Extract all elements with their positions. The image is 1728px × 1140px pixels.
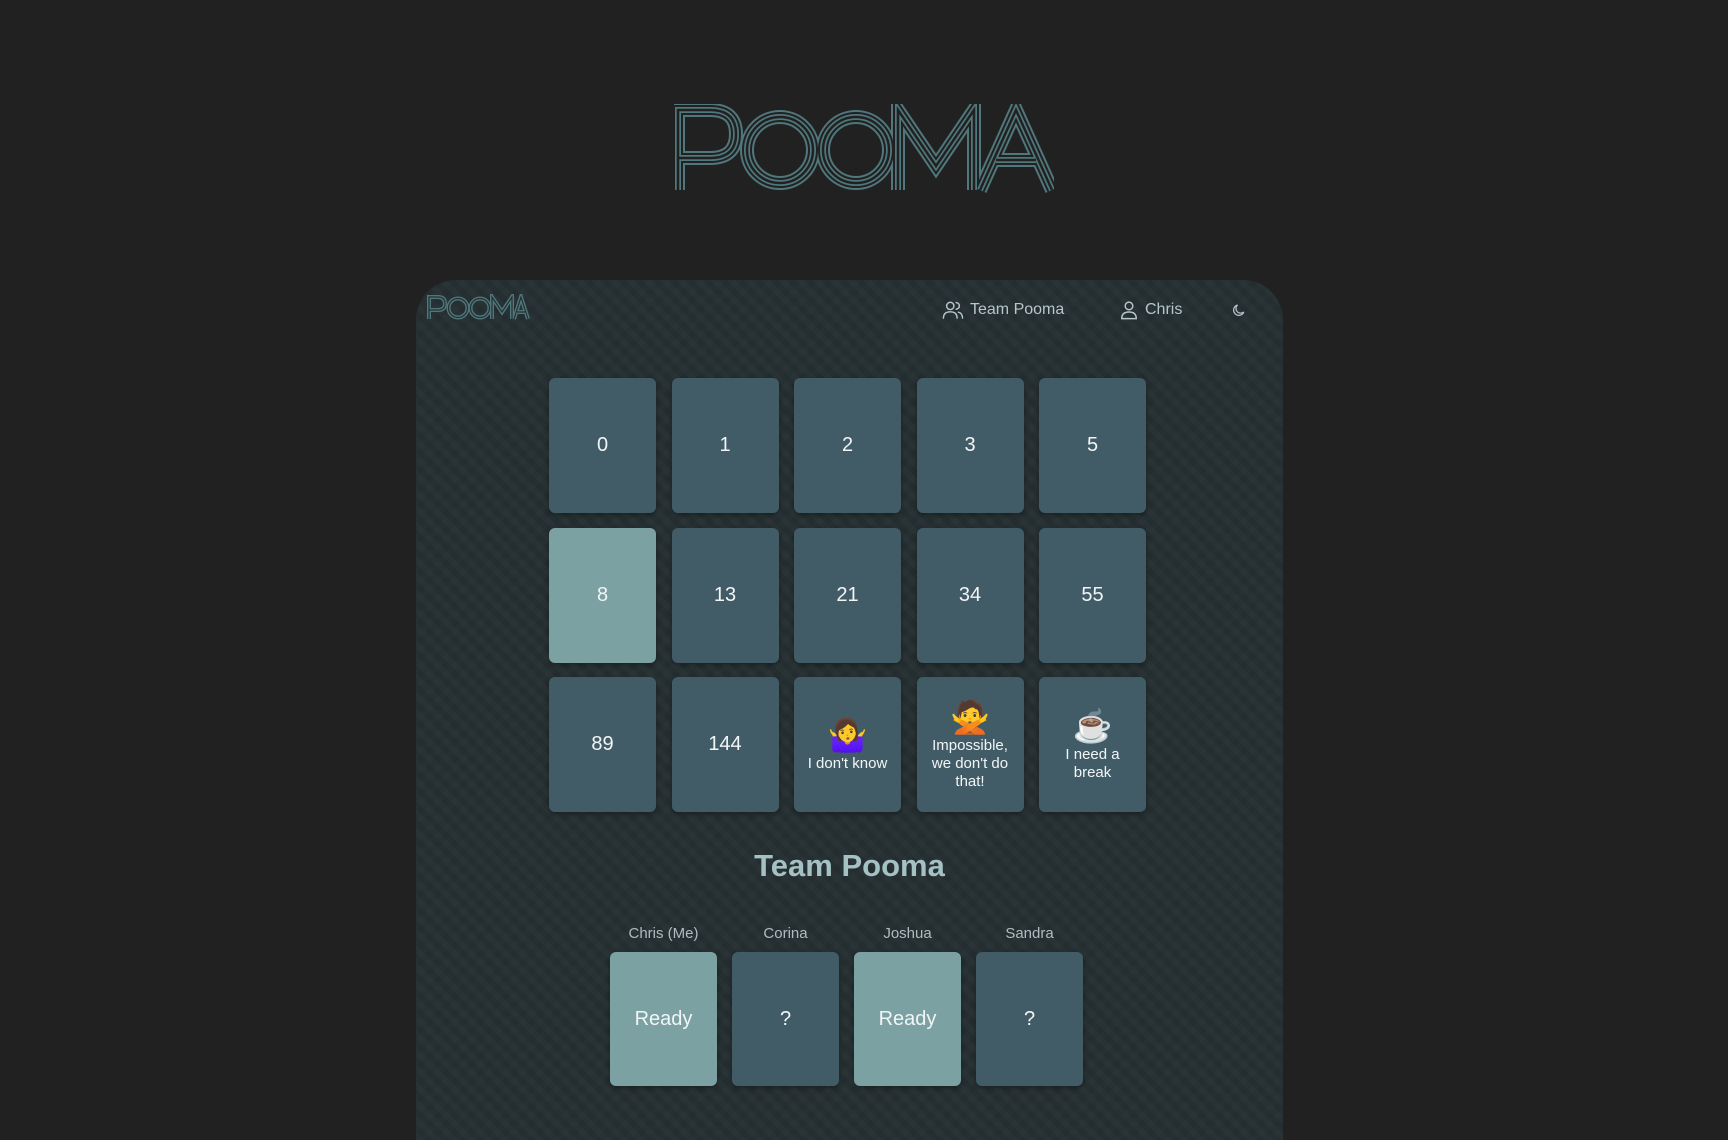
card-value: 144 — [708, 733, 742, 755]
team-nav-label: Team Pooma — [970, 301, 1065, 318]
pooma-logo-large — [674, 104, 1054, 194]
player-name: Chris (Me) — [628, 925, 699, 942]
player-name: Sandra — [1005, 925, 1054, 942]
estimate-card-55[interactable]: 55 — [1039, 527, 1146, 663]
card-label: I don't know — [807, 754, 888, 772]
player-name: Joshua — [883, 925, 932, 942]
moon-icon — [1233, 304, 1245, 316]
player-status-card: Ready — [610, 952, 717, 1086]
player-slot: Joshua Ready — [854, 924, 961, 1086]
card-value: 13 — [713, 583, 737, 606]
estimate-card-144[interactable]: 144 — [671, 677, 779, 812]
estimate-card-deck: 0 1 2 3 5 8 13 21 34 55 89 144 🤷‍♀️ I don't know 🙅 Impo… — [549, 378, 1149, 812]
team-players: Chris (Me) Ready Corina? Joshua Ready Sandra? — [610, 924, 1083, 1086]
player-slot: Corina? — [732, 924, 839, 1086]
team-title: Team Pooma — [754, 848, 945, 883]
user-icon — [1120, 301, 1138, 320]
card-value: 21 — [836, 583, 859, 606]
player-status-card: ? — [976, 952, 1083, 1086]
estimate-card-1[interactable]: 1 — [671, 378, 779, 513]
player-slot: Sandra? — [976, 924, 1083, 1086]
estimate-card-34[interactable]: 34 — [916, 527, 1024, 663]
card-value: 89 — [591, 733, 614, 755]
estimate-card-2[interactable]: 2 — [794, 378, 901, 513]
card-value: 5 — [1086, 434, 1099, 456]
estimate-card-13[interactable]: 13 — [671, 527, 779, 663]
card-value: 2 — [841, 434, 854, 456]
card-value: 0 — [596, 434, 609, 456]
card-value: 1 — [719, 434, 731, 456]
estimate-card-89[interactable]: 89 — [549, 677, 656, 812]
card-emoji: 🤷‍♀️ — [827, 716, 868, 753]
card-value: 3 — [964, 434, 976, 456]
card-value: 34 — [958, 583, 982, 606]
card-value: 8 — [596, 583, 609, 606]
player-status-card: ? — [732, 952, 839, 1086]
logo-strokes — [678, 110, 1052, 190]
card-emoji: ☕ — [1072, 707, 1113, 744]
app-panel: Team Pooma Chris 0 1 2 3 5 8 13 21 34 55 89 144 🤷‍♀️… — [416, 280, 1283, 1140]
users-icon — [942, 301, 964, 319]
player-slot: Chris (Me) Ready — [610, 924, 717, 1086]
estimate-card-special[interactable]: 🤷‍♀️ I don't know — [794, 677, 901, 812]
player-status-card: Ready — [854, 952, 961, 1086]
estimate-card-special[interactable]: ☕ I need a break — [1039, 677, 1146, 812]
player-name: Corina — [763, 925, 808, 942]
estimate-card-5[interactable]: 5 — [1039, 378, 1146, 513]
card-label: I need a break — [1065, 745, 1120, 781]
card-label: Impossible, we don't do that! — [931, 736, 1009, 790]
estimate-card-3[interactable]: 3 — [916, 378, 1024, 513]
estimate-card-0[interactable]: 0 — [549, 378, 656, 513]
brand-logo[interactable] — [426, 290, 530, 326]
estimate-card-8[interactable]: 8 — [549, 527, 656, 663]
hero-logo — [0, 104, 1728, 194]
team-nav-link[interactable]: Team Pooma — [942, 298, 1064, 322]
pooma-logo-small — [427, 290, 530, 320]
user-nav-label: Chris — [1145, 301, 1183, 318]
estimate-card-special[interactable]: 🙅 Impossible, we don't do that! — [916, 677, 1024, 812]
card-value: 55 — [1081, 583, 1104, 606]
estimate-card-21[interactable]: 21 — [794, 527, 901, 663]
card-emoji: 🙅 — [950, 698, 990, 735]
user-nav-link[interactable]: Chris — [1119, 298, 1182, 322]
theme-toggle-button[interactable] — [1232, 298, 1252, 322]
